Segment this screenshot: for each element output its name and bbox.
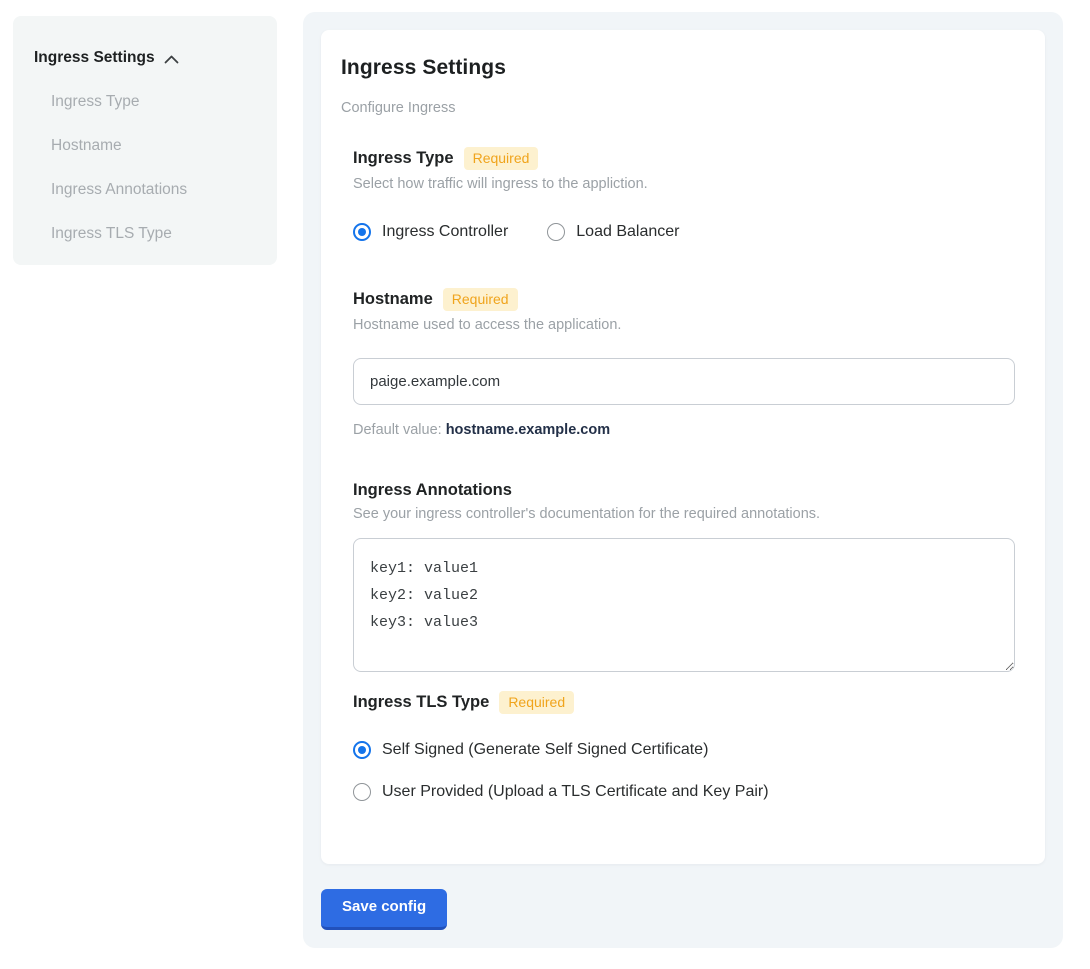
hostname-label: Hostname — [353, 290, 433, 309]
section-hostname: Hostname Required Hostname used to acces… — [353, 288, 1015, 438]
radio-icon[interactable] — [353, 783, 371, 801]
save-config-button[interactable]: Save config — [321, 889, 447, 930]
sidebar-section-title: Ingress Settings — [34, 49, 155, 67]
radio-option-load-balancer[interactable]: Load Balancer — [547, 223, 679, 241]
hostname-input[interactable] — [353, 358, 1015, 405]
sidebar-section-ingress-settings[interactable]: Ingress Settings — [34, 49, 257, 67]
ingress-settings-card: Ingress Settings Configure Ingress Ingre… — [321, 30, 1045, 864]
required-badge: Required — [464, 147, 539, 170]
ingress-settings-panel: Ingress Settings Configure Ingress Ingre… — [303, 12, 1063, 948]
section-ingress-tls-type: Ingress TLS Type Required Self Signed (G… — [353, 691, 1015, 801]
radio-option-ingress-controller[interactable]: Ingress Controller — [353, 223, 508, 241]
hostname-default-value: Default value: hostname.example.com — [353, 422, 1015, 438]
radio-icon[interactable] — [547, 223, 565, 241]
section-ingress-type: Ingress Type Required Select how traffic… — [353, 147, 1015, 241]
ingress-type-help: Select how traffic will ingress to the a… — [353, 176, 1015, 192]
section-ingress-annotations: Ingress Annotations See your ingress con… — [353, 481, 1015, 672]
ingress-tls-type-label: Ingress TLS Type — [353, 693, 489, 712]
required-badge: Required — [499, 691, 574, 714]
sidebar-item-ingress-type[interactable]: Ingress Type — [51, 93, 257, 111]
radio-label: User Provided (Upload a TLS Certificate … — [382, 783, 769, 801]
page-title: Ingress Settings — [341, 56, 1015, 80]
sidebar-item-ingress-tls-type[interactable]: Ingress TLS Type — [51, 225, 257, 243]
radio-option-user-provided[interactable]: User Provided (Upload a TLS Certificate … — [353, 783, 1015, 801]
sidebar-item-hostname[interactable]: Hostname — [51, 137, 257, 155]
ingress-annotations-label: Ingress Annotations — [353, 481, 512, 500]
radio-label: Ingress Controller — [382, 223, 508, 241]
ingress-annotations-help: See your ingress controller's documentat… — [353, 506, 1015, 522]
radio-icon[interactable] — [353, 741, 371, 759]
required-badge: Required — [443, 288, 518, 311]
radio-icon[interactable] — [353, 223, 371, 241]
ingress-type-label: Ingress Type — [353, 149, 454, 168]
radio-label: Load Balancer — [576, 223, 679, 241]
settings-sidebar: Ingress Settings Ingress Type Hostname I… — [13, 16, 277, 265]
ingress-annotations-textarea[interactable]: key1: value1 key2: value2 key3: value3 — [353, 538, 1015, 672]
page-subtitle: Configure Ingress — [341, 100, 1015, 116]
radio-label: Self Signed (Generate Self Signed Certif… — [382, 741, 708, 759]
chevron-up-icon — [164, 53, 179, 64]
sidebar-item-ingress-annotations[interactable]: Ingress Annotations — [51, 181, 257, 199]
hostname-default-value-text: hostname.example.com — [446, 422, 610, 438]
radio-option-self-signed[interactable]: Self Signed (Generate Self Signed Certif… — [353, 741, 1015, 759]
hostname-help: Hostname used to access the application. — [353, 317, 1015, 333]
